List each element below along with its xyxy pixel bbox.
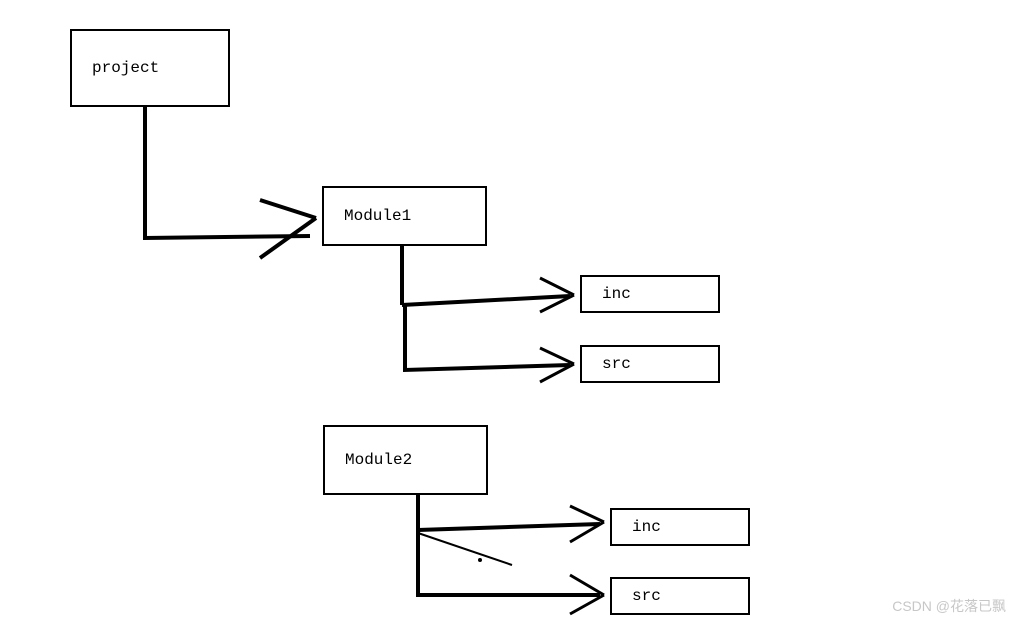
box-module1-label: Module1 xyxy=(344,207,411,225)
box-src1: src xyxy=(580,345,720,383)
box-inc2: inc xyxy=(610,508,750,546)
box-src2: src xyxy=(610,577,750,615)
box-src1-label: src xyxy=(602,355,631,373)
box-module1: Module1 xyxy=(322,186,487,246)
watermark-text: CSDN @花落已飘 xyxy=(892,598,1006,614)
box-project-label: project xyxy=(92,59,159,77)
box-module2-label: Module2 xyxy=(345,451,412,469)
box-project: project xyxy=(70,29,230,107)
watermark: CSDN @花落已飘 xyxy=(892,596,1006,616)
box-inc1: inc xyxy=(580,275,720,313)
box-inc2-label: inc xyxy=(632,518,661,536)
box-src2-label: src xyxy=(632,587,661,605)
box-inc1-label: inc xyxy=(602,285,631,303)
box-module2: Module2 xyxy=(323,425,488,495)
